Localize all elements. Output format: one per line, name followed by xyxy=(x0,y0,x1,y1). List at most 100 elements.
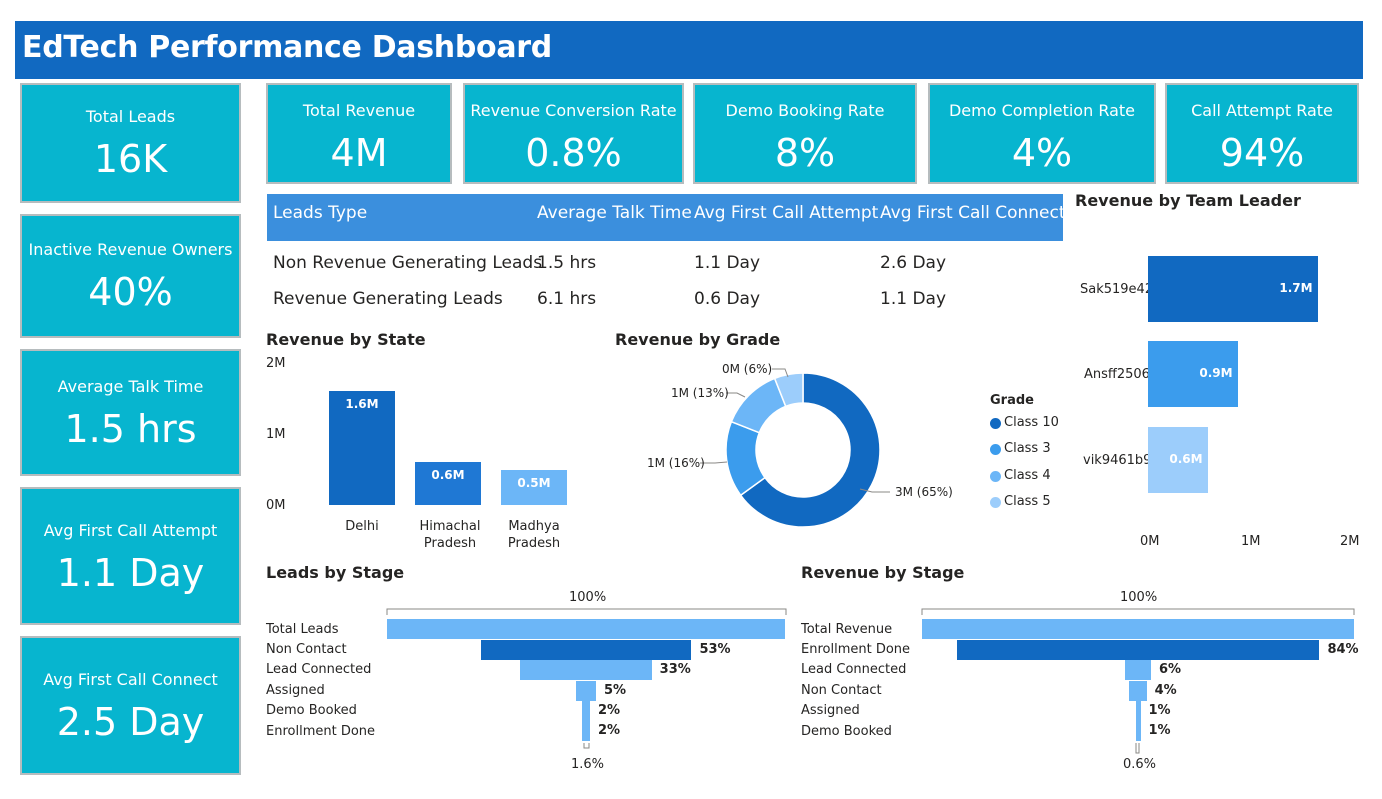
legend-item[interactable]: Class 5 xyxy=(1004,494,1051,509)
grade-slice-label: 1M (13%) xyxy=(671,386,729,400)
table-col-avg-first-call-attempt[interactable]: Avg First Call Attempt xyxy=(694,203,878,223)
kpi-card-demo-booking-rate[interactable]: Demo Booking Rate 8% xyxy=(693,83,917,184)
kpi-value: 8% xyxy=(774,131,836,175)
funnel-bar[interactable] xyxy=(1135,701,1141,721)
funnel-top-label: 100% xyxy=(1120,590,1158,605)
table-cell: 1.5 hrs xyxy=(537,253,597,273)
kpi-card-call-attempt-rate[interactable]: Call Attempt Rate 94% xyxy=(1165,83,1359,184)
legend-item[interactable]: Class 3 xyxy=(1004,441,1051,456)
legend-dot-class-3 xyxy=(990,444,1001,455)
funnel-bar[interactable] xyxy=(582,721,590,741)
funnel-bar[interactable] xyxy=(480,640,692,660)
table-cell: Non Revenue Generating Leads xyxy=(273,253,543,273)
funnel-bar[interactable] xyxy=(387,619,785,639)
funnel-stage-label: Enrollment Done xyxy=(801,642,911,657)
kpi-value: 1.1 Day xyxy=(56,551,205,595)
kpi-label: Revenue Conversion Rate xyxy=(470,101,677,120)
funnel-bar-value: 4% xyxy=(1154,683,1177,698)
funnel-bar-value: 33% xyxy=(659,662,691,677)
kpi-value: 40% xyxy=(88,270,173,314)
kpi-value: 4% xyxy=(1011,131,1073,175)
kpi-label: Call Attempt Rate xyxy=(1191,101,1333,120)
funnel-bar-value: 6% xyxy=(1158,662,1182,677)
funnel-bar[interactable] xyxy=(956,640,1320,660)
kpi-value: 4M xyxy=(330,131,388,175)
funnel-bar-value: 1% xyxy=(1148,703,1171,718)
table-cell: 2.6 Day xyxy=(880,253,947,273)
funnel-bar[interactable] xyxy=(1129,681,1147,701)
grade-slice-label: 1M (16%) xyxy=(647,456,705,470)
kpi-value: 94% xyxy=(1219,131,1305,175)
table-col-avg-first-call-connect[interactable]: Avg First Call Connect xyxy=(880,203,1066,223)
kpi-value: 0.8% xyxy=(525,131,622,175)
funnel-bar-value: 84% xyxy=(1327,642,1359,657)
team-leader-xtick: 2M xyxy=(1340,534,1360,549)
page-title: EdTech Performance Dashboard xyxy=(22,30,552,65)
funnel-bar[interactable] xyxy=(1135,721,1141,741)
table-cell: 1.1 Day xyxy=(694,253,761,273)
kpi-value: 16K xyxy=(93,137,168,181)
kpi-card-avg-first-call-connect[interactable]: Avg First Call Connect 2.5 Day xyxy=(20,636,241,775)
funnel-stage-label: Lead Connected xyxy=(801,662,907,677)
team-leader-category: vik9461b9 xyxy=(1083,453,1152,468)
kpi-card-demo-completion-rate[interactable]: Demo Completion Rate 4% xyxy=(928,83,1156,184)
team-leader-category: Ansff2506 xyxy=(1084,367,1150,382)
funnel-stage-label: Enrollment Done xyxy=(266,724,376,739)
state-bar-value: 0.6M xyxy=(431,468,465,483)
funnel-stage-label: Non Contact xyxy=(801,683,882,698)
kpi-label: Inactive Revenue Owners xyxy=(28,240,233,259)
team-leader-chart-title: Revenue by Team Leader xyxy=(1075,191,1301,210)
legend-item[interactable]: Class 10 xyxy=(1004,415,1059,430)
funnel-bar[interactable] xyxy=(576,681,596,701)
team-leader-category: Sak519e42 xyxy=(1080,282,1154,297)
state-ytick: 0M xyxy=(266,498,286,513)
table-cell: 6.1 hrs xyxy=(537,289,597,309)
kpi-card-revenue-conversion-rate[interactable]: Revenue Conversion Rate 0.8% xyxy=(463,83,684,184)
team-leader-xtick: 1M xyxy=(1241,534,1261,549)
state-bar-value: 1.6M xyxy=(345,397,379,412)
funnel-bar[interactable] xyxy=(582,701,590,721)
kpi-card-average-talk-time[interactable]: Average Talk Time 1.5 hrs xyxy=(20,349,241,476)
funnel-stage-label: Demo Booked xyxy=(801,724,892,739)
kpi-label: Avg First Call Attempt xyxy=(43,521,218,540)
grade-slice-label: 3M (65%) xyxy=(895,485,953,499)
funnel-bar-value: 53% xyxy=(699,642,731,657)
funnel-top-label: 100% xyxy=(569,590,607,605)
table-cell: 0.6 Day xyxy=(694,289,761,309)
funnel-bottom-label: 1.6% xyxy=(571,757,605,772)
kpi-card-avg-first-call-attempt[interactable]: Avg First Call Attempt 1.1 Day xyxy=(20,487,241,625)
grade-legend-title: Grade xyxy=(990,393,1034,408)
state-category-label: Madhya Pradesh xyxy=(507,519,561,551)
legend-dot-class-5 xyxy=(990,497,1001,508)
state-chart-title: Revenue by State xyxy=(266,330,426,349)
funnel-bar[interactable] xyxy=(520,660,652,680)
funnel-bottom-bracket xyxy=(1135,743,1140,754)
kpi-label: Total Leads xyxy=(85,107,176,126)
kpi-label: Avg First Call Connect xyxy=(43,670,218,689)
team-leader-bar-value: 0.9M xyxy=(1199,366,1233,380)
kpi-card-total-leads[interactable]: Total Leads 16K xyxy=(20,83,241,203)
team-leader-bar-value: 0.6M xyxy=(1169,452,1203,466)
leader-line xyxy=(726,392,746,398)
kpi-label: Average Talk Time xyxy=(57,377,204,396)
kpi-card-inactive-revenue-owners[interactable]: Inactive Revenue Owners 40% xyxy=(20,214,241,338)
funnel-top-bracket xyxy=(386,608,787,615)
funnel-stage-label: Demo Booked xyxy=(266,703,357,718)
funnel-bar[interactable] xyxy=(1125,660,1151,680)
grade-chart-title: Revenue by Grade xyxy=(615,330,781,349)
state-ytick: 2M xyxy=(266,356,286,371)
funnel-bar-value: 2% xyxy=(597,723,621,738)
revenue-stage-chart-title: Revenue by Stage xyxy=(801,563,965,582)
legend-dot-class-4 xyxy=(990,471,1001,482)
legend-item[interactable]: Class 4 xyxy=(1004,468,1051,483)
kpi-value: 1.5 hrs xyxy=(64,407,197,451)
funnel-stage-label: Lead Connected xyxy=(266,662,372,677)
funnel-stage-label: Assigned xyxy=(266,683,325,698)
table-col-average-talk-time[interactable]: Average Talk Time xyxy=(537,203,692,223)
kpi-card-total-revenue[interactable]: Total Revenue 4M xyxy=(266,83,452,184)
grade-slice-label: 0M (6%) xyxy=(722,362,773,376)
table-col-leads-type[interactable]: Leads Type xyxy=(273,203,367,223)
funnel-bar-value: 2% xyxy=(597,703,621,718)
kpi-label: Total Revenue xyxy=(302,101,416,120)
funnel-bar[interactable] xyxy=(922,619,1354,639)
